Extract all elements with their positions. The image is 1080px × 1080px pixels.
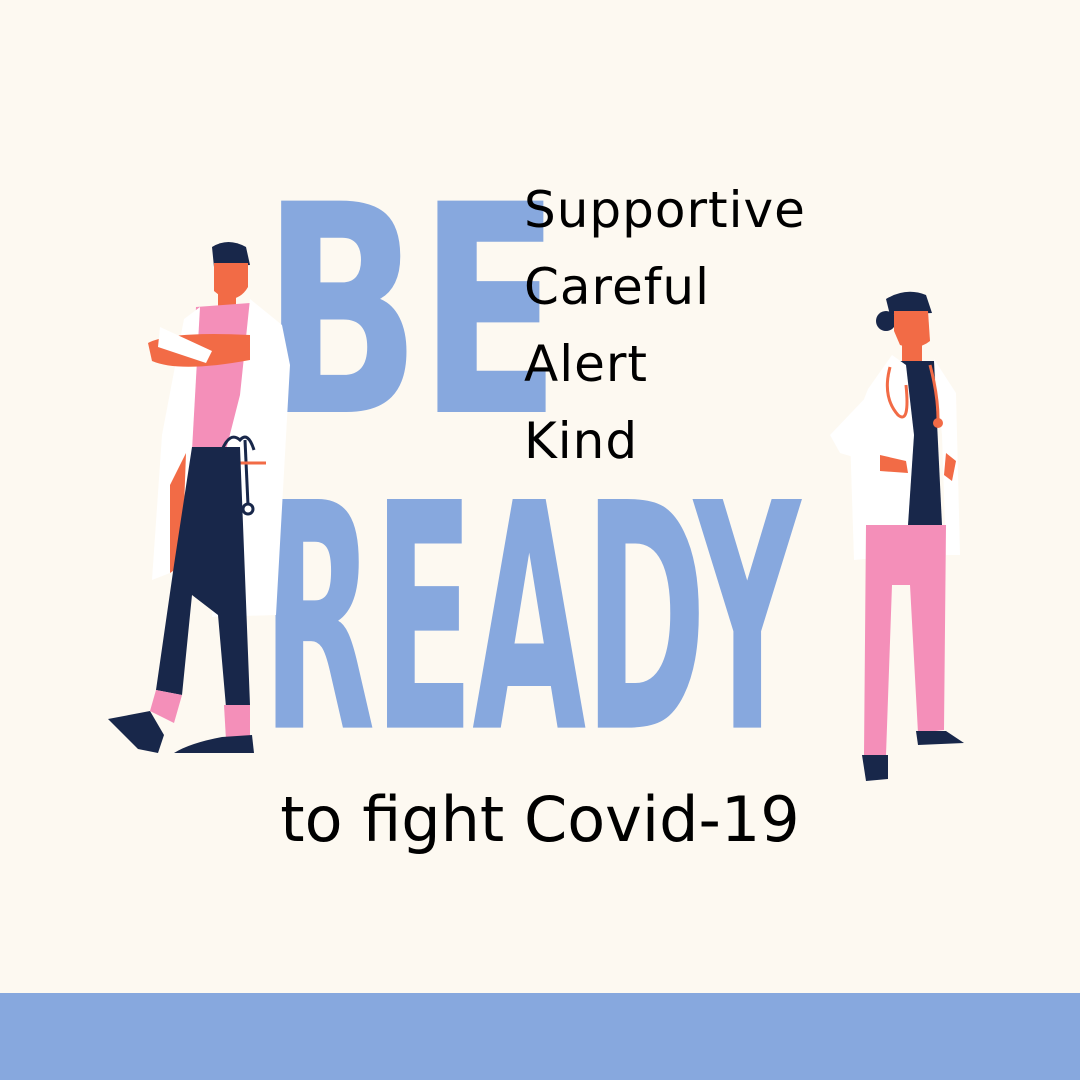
quality-supportive: Supportive (524, 181, 806, 239)
female-doctor-illustration (830, 291, 964, 781)
quality-kind: Kind (524, 412, 639, 470)
quality-alert: Alert (524, 335, 649, 393)
quality-careful: Careful (524, 258, 710, 316)
headline-be: BE (262, 144, 561, 481)
poster: BE READY Supportive Careful Alert Kind t… (0, 0, 1080, 1080)
male-doctor-illustration (108, 242, 290, 753)
headline-ready: READY (262, 437, 801, 803)
qualities-list: Supportive Careful Alert Kind (524, 172, 806, 480)
footer-band (0, 993, 1080, 1080)
tagline: to fight Covid-19 (280, 783, 800, 856)
